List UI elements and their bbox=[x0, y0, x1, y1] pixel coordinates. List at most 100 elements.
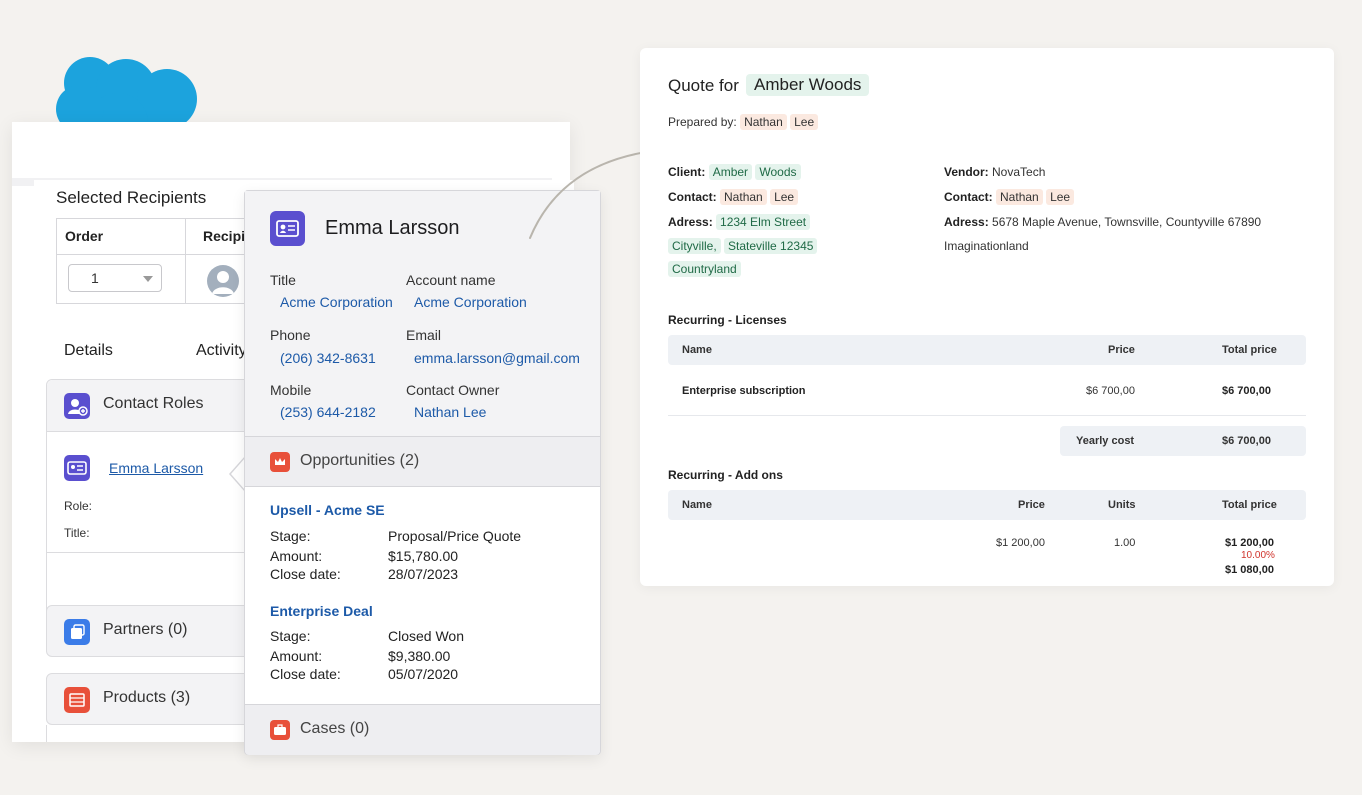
prepared-by-label: Prepared by: bbox=[668, 115, 737, 129]
person-icon bbox=[212, 271, 234, 294]
products-icon bbox=[64, 687, 90, 713]
name-column-header: Name bbox=[682, 499, 712, 511]
license-total: $6 700,00 bbox=[1222, 385, 1271, 397]
vendor-line: Vendor: NovaTech bbox=[944, 165, 1045, 179]
avatar[interactable] bbox=[207, 265, 239, 297]
contact-label: Contact: bbox=[668, 190, 717, 204]
account-name-label: Account name bbox=[406, 272, 496, 288]
email-label: Email bbox=[406, 327, 442, 343]
order-select-value: 1 bbox=[91, 270, 99, 286]
contact-name: Emma Larsson bbox=[325, 217, 460, 239]
addon-discount: 10.00% bbox=[1241, 550, 1275, 561]
vendor-name: NovaTech bbox=[992, 165, 1046, 179]
client-line: Client: Amber Woods bbox=[668, 164, 801, 180]
tab-details[interactable]: Details bbox=[64, 342, 113, 360]
phone-link[interactable]: (206) 342-8631 bbox=[280, 350, 376, 366]
briefcase-icon bbox=[270, 720, 290, 740]
total-column-header: Total price bbox=[1222, 499, 1277, 511]
client-first: Amber bbox=[708, 164, 753, 180]
contact-owner-link[interactable]: Nathan Lee bbox=[414, 404, 486, 420]
chevron-down-icon bbox=[143, 276, 153, 282]
contact-first: Nathan bbox=[720, 189, 767, 205]
cases-title: Cases (0) bbox=[300, 720, 370, 737]
yearly-cost-label: Yearly cost bbox=[1076, 435, 1135, 447]
crown-icon bbox=[270, 452, 290, 472]
vendor-country-line: Imaginationland bbox=[944, 239, 1029, 253]
phone-label: Phone bbox=[270, 327, 311, 343]
contact-owner-label: Contact Owner bbox=[406, 382, 500, 398]
name-column-header: Name bbox=[682, 344, 712, 356]
cases-header[interactable]: Cases (0) bbox=[245, 704, 600, 755]
vendor-contact-line: Contact: Nathan Lee bbox=[944, 189, 1075, 205]
vendor-address-label: Adress: bbox=[944, 215, 989, 229]
price-column-header: Price bbox=[1108, 344, 1135, 356]
table-column-divider bbox=[185, 219, 186, 303]
opportunity-link[interactable]: Enterprise Deal bbox=[270, 603, 373, 619]
addon-price: $1 200,00 bbox=[996, 537, 1045, 549]
vendor-contact-label: Contact: bbox=[944, 190, 993, 204]
account-name-link[interactable]: Acme Corporation bbox=[414, 294, 527, 310]
contact-card-icon bbox=[270, 211, 305, 246]
prepared-by-first: Nathan bbox=[740, 114, 787, 130]
quote-title: Quote for bbox=[668, 76, 739, 95]
close-date-label: Close date: bbox=[270, 666, 341, 682]
vendor-address-line: Adress: 5678 Maple Avenue, Townsville, C… bbox=[944, 215, 1261, 229]
units-column-header: Units bbox=[1108, 499, 1136, 511]
total-column-header: Total price bbox=[1222, 344, 1277, 356]
client-address-line: Adress: 1234 Elm Street bbox=[668, 214, 811, 230]
contact-roles-title: Contact Roles bbox=[103, 395, 204, 412]
client-street: 1234 Elm Street bbox=[716, 214, 811, 230]
addon-units: 1.00 bbox=[1114, 537, 1136, 549]
order-select[interactable]: 1 bbox=[68, 264, 162, 292]
prepared-by: Prepared by: Nathan Lee bbox=[668, 114, 819, 130]
mobile-label: Mobile bbox=[270, 382, 312, 398]
amount-label: Amount: bbox=[270, 648, 323, 664]
quote-customer-name: Amber Woods bbox=[746, 74, 870, 96]
email-link[interactable]: emma.larsson@gmail.com bbox=[414, 350, 580, 366]
close-date-value: 05/07/2020 bbox=[388, 666, 459, 682]
contact-hover-card: Emma Larsson Title Acme Corporation Acco… bbox=[244, 190, 601, 755]
vendor-country: Imaginationland bbox=[944, 239, 1029, 253]
stage-label: Stage: bbox=[270, 528, 311, 544]
title-label: Title: bbox=[64, 526, 90, 540]
amount-label: Amount: bbox=[270, 548, 323, 564]
stage-value: Proposal/Price Quote bbox=[388, 528, 522, 544]
price-column-header: Price bbox=[1018, 499, 1045, 511]
vendor-label: Vendor: bbox=[944, 165, 989, 179]
order-column-header: Order bbox=[65, 228, 104, 244]
opportunities-title: Opportunities (2) bbox=[300, 452, 420, 469]
client-contact-line: Contact: Nathan Lee bbox=[668, 189, 799, 205]
licenses-table-header: Name Price Total price bbox=[668, 335, 1306, 365]
yearly-cost-box: Yearly cost $6 700,00 bbox=[1060, 426, 1306, 456]
title-label: Title bbox=[270, 272, 296, 288]
opportunities-header[interactable]: Opportunities (2) bbox=[245, 437, 600, 487]
products-title: Products (3) bbox=[103, 689, 191, 706]
vendor-contact-first: Nathan bbox=[996, 189, 1043, 205]
contact-link[interactable]: Emma Larsson bbox=[109, 460, 203, 476]
vendor-address: 5678 Maple Avenue, Townsville, Countyvil… bbox=[992, 215, 1262, 229]
row-divider bbox=[668, 415, 1306, 416]
close-date-label: Close date: bbox=[270, 566, 341, 582]
licenses-section-title: Recurring - Licenses bbox=[668, 313, 787, 327]
addon-final-total: $1 080,00 bbox=[1225, 564, 1274, 576]
mobile-link[interactable]: (253) 644-2182 bbox=[280, 404, 376, 420]
opportunity-link[interactable]: Upsell - Acme SE bbox=[270, 502, 385, 518]
addons-section-title: Recurring - Add ons bbox=[668, 468, 783, 482]
client-city-line: Cityville, Stateville 12345 bbox=[668, 238, 818, 254]
stage-label: Stage: bbox=[270, 628, 311, 644]
client-label: Client: bbox=[668, 165, 706, 179]
popover-pointer-fill bbox=[231, 458, 245, 490]
contact-last: Lee bbox=[770, 189, 799, 205]
contact-roles-icon bbox=[64, 393, 90, 419]
title-value[interactable]: Acme Corporation bbox=[280, 294, 393, 310]
license-item-name: Enterprise subscription bbox=[682, 385, 806, 397]
client-country-line: Countryland bbox=[668, 261, 741, 277]
recipients-title: Selected Recipients bbox=[56, 188, 207, 207]
contact-card-icon bbox=[64, 455, 90, 481]
address-label: Adress: bbox=[668, 215, 713, 229]
prepared-by-last: Lee bbox=[790, 114, 819, 130]
vendor-contact-last: Lee bbox=[1046, 189, 1075, 205]
yearly-cost-value: $6 700,00 bbox=[1222, 435, 1271, 447]
license-price: $6 700,00 bbox=[1086, 385, 1135, 397]
tab-activity[interactable]: Activity bbox=[196, 342, 247, 360]
